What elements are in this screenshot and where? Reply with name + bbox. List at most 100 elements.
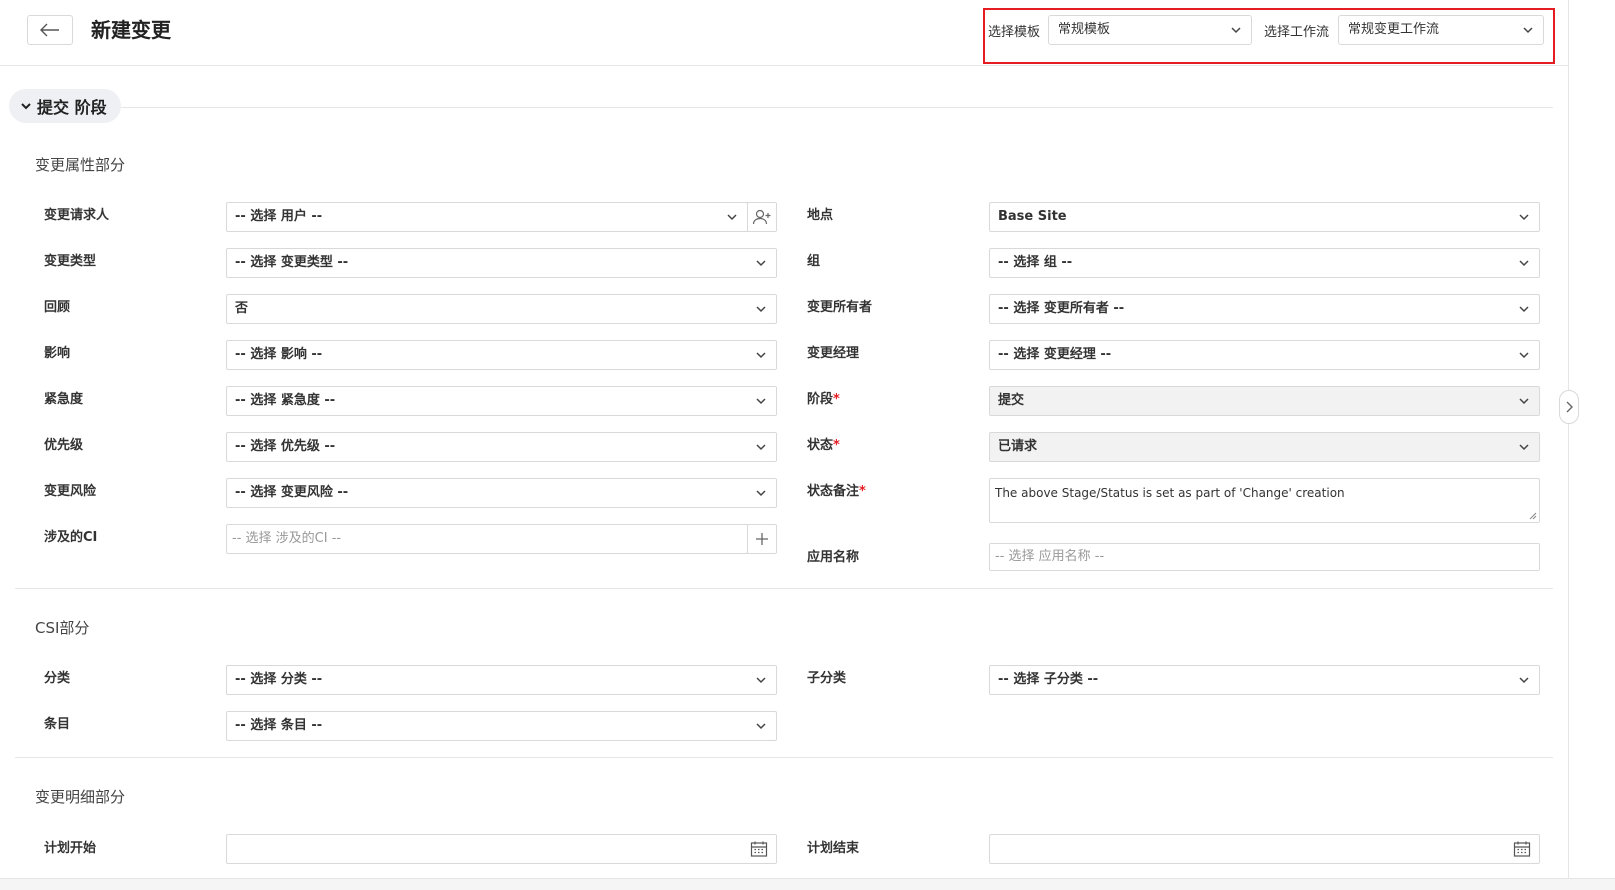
workflow-label: 选择工作流 [1264,25,1330,40]
calendar-icon[interactable] [1513,840,1531,858]
manager-select[interactable]: -- 选择 变更经理 -- [989,340,1540,370]
stage-label: 提交 阶段 [37,98,107,117]
section-title-attributes: 变更属性部分 [35,156,126,174]
side-panel-toggle[interactable] [1559,390,1579,424]
stage-toggle[interactable]: 提交 阶段 [9,89,121,123]
chevron-down-icon [1519,444,1529,451]
status-comment-textarea[interactable]: The above Stage/Status is set as part of… [989,478,1540,523]
section-title-csi: CSI部分 [35,619,90,637]
group-select-value: -- 选择 组 -- [998,255,1073,270]
label-status-comment: 状态备注* [807,480,866,499]
app-name-placeholder: -- 选择 应用名称 -- [995,549,1105,564]
urgency-select[interactable]: -- 选择 紧急度 -- [226,386,777,416]
impact-select-value: -- 选择 影响 -- [235,347,323,362]
site-select[interactable]: Base Site [989,202,1540,232]
template-select[interactable]: 常规模板 [1048,15,1252,45]
stage-select[interactable]: 提交 [989,386,1540,416]
chevron-down-icon [756,260,766,267]
change-type-select-value: -- 选择 变更类型 -- [235,255,349,270]
review-select[interactable]: 否 [226,294,777,324]
chevron-down-icon [1519,677,1529,684]
requester-select[interactable]: -- 选择 用户 -- [226,202,748,232]
subcategory-select-value: -- 选择 子分类 -- [998,672,1099,687]
status-select-value: 已请求 [998,439,1038,454]
chevron-down-icon [1519,398,1529,405]
section-divider [15,588,1553,589]
status-select[interactable]: 已请求 [989,432,1540,462]
chevron-down-icon [756,723,766,730]
label-stage-text: 阶段 [807,392,834,407]
subcategory-select[interactable]: -- 选择 子分类 -- [989,665,1540,695]
chevron-down-icon [756,398,766,405]
required-mark: * [833,438,840,453]
risk-select-value: -- 选择 变更风险 -- [235,485,349,500]
calendar-icon[interactable] [750,840,768,858]
ci-input[interactable]: -- 选择 涉及的CI -- [226,524,748,554]
template-label: 选择模板 [988,25,1041,40]
owner-select[interactable]: -- 选择 变更所有者 -- [989,294,1540,324]
label-urgency: 紧急度 [44,392,84,407]
label-requester: 变更请求人 [44,208,110,223]
item-select[interactable]: -- 选择 条目 -- [226,711,777,741]
requester-select-value: -- 选择 用户 -- [235,209,323,224]
risk-select[interactable]: -- 选择 变更风险 -- [226,478,777,508]
impact-select[interactable]: -- 选择 影响 -- [226,340,777,370]
chevron-down-icon [21,103,31,110]
label-priority: 优先级 [44,438,84,453]
label-review: 回顾 [44,300,71,315]
required-mark: * [859,484,866,499]
review-select-value: 否 [235,301,249,316]
label-app-name: 应用名称 [807,550,860,565]
chevron-down-icon [1519,352,1529,359]
label-impact: 影响 [44,346,71,361]
side-panel-border [1568,0,1569,890]
change-type-select[interactable]: -- 选择 变更类型 -- [226,248,777,278]
priority-select[interactable]: -- 选择 优先级 -- [226,432,777,462]
label-change-type: 变更类型 [44,254,97,269]
arrow-left-icon [40,23,59,37]
page-header: 新建变更 选择模板 常规模板 选择工作流 常规变更工作流 [0,0,1568,66]
priority-select-value: -- 选择 优先级 -- [235,439,336,454]
chevron-down-icon [756,677,766,684]
manager-select-value: -- 选择 变更经理 -- [998,347,1112,362]
required-mark: * [833,392,840,407]
app-name-input[interactable]: -- 选择 应用名称 -- [989,543,1540,571]
chevron-down-icon [756,306,766,313]
label-ci: 涉及的CI [44,530,98,545]
add-user-icon [752,209,771,225]
workflow-select[interactable]: 常规变更工作流 [1338,15,1544,45]
label-group: 组 [807,254,821,269]
category-select-value: -- 选择 分类 -- [235,672,323,687]
stage-divider [121,107,1553,108]
back-button[interactable] [27,15,73,45]
chevron-down-icon [1523,27,1533,34]
add-user-button[interactable] [747,202,777,232]
chevron-right-icon [1566,401,1573,413]
label-status-comment-text: 状态备注 [807,484,860,499]
label-manager: 变更经理 [807,346,860,361]
resize-handle-icon [1529,512,1537,520]
group-select[interactable]: -- 选择 组 -- [989,248,1540,278]
chevron-down-icon [1519,260,1529,267]
label-subcategory: 子分类 [807,671,847,686]
site-select-value: Base Site [998,209,1067,224]
bottom-scrollbar[interactable] [0,878,1615,890]
label-item: 条目 [44,717,71,732]
workflow-select-value: 常规变更工作流 [1348,22,1440,37]
stage-select-value: 提交 [998,393,1025,408]
chevron-down-icon [1519,306,1529,313]
label-planned-start: 计划开始 [44,841,97,856]
chevron-down-icon [756,490,766,497]
owner-select-value: -- 选择 变更所有者 -- [998,301,1125,316]
planned-end-input[interactable] [989,834,1540,864]
label-category: 分类 [44,671,71,686]
item-select-value: -- 选择 条目 -- [235,718,323,733]
add-ci-button[interactable] [747,524,777,554]
label-stage: 阶段* [807,388,840,407]
chevron-down-icon [756,352,766,359]
category-select[interactable]: -- 选择 分类 -- [226,665,777,695]
section-divider [15,757,1553,758]
chevron-down-icon [727,214,737,221]
planned-start-input[interactable] [226,834,777,864]
chevron-down-icon [1519,214,1529,221]
